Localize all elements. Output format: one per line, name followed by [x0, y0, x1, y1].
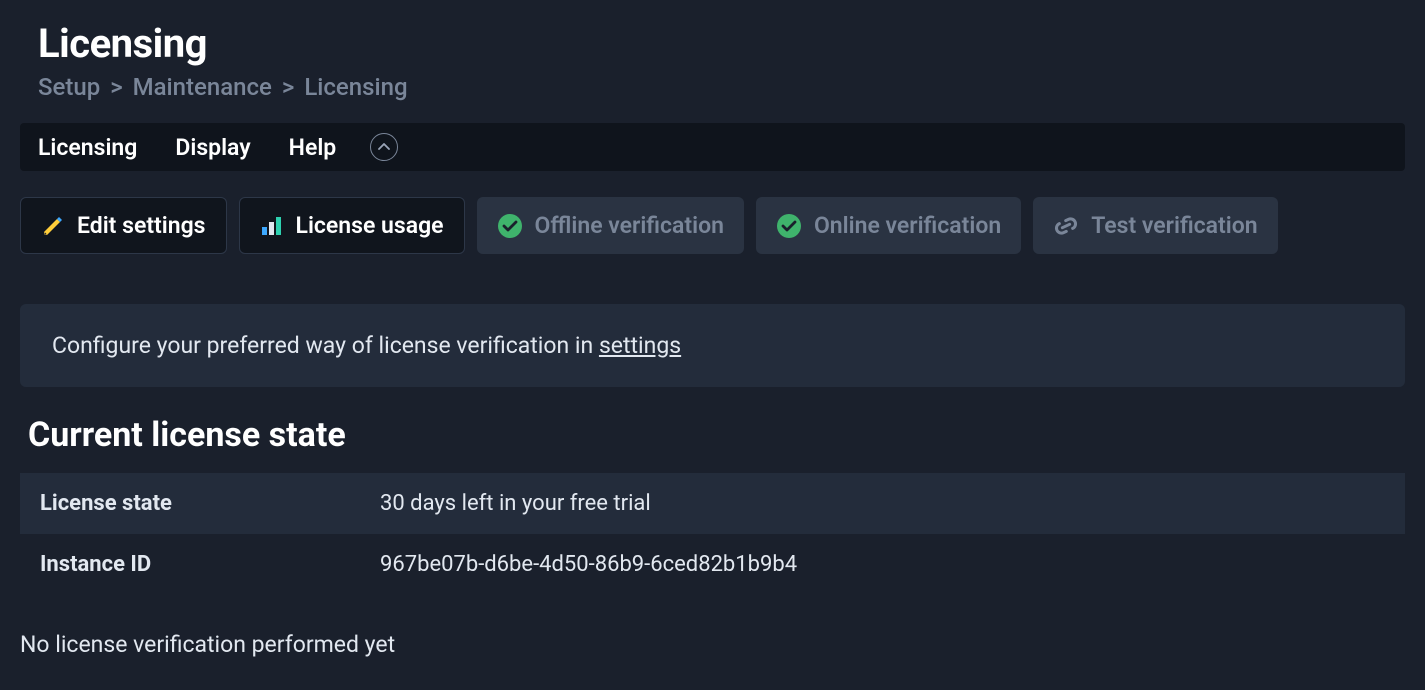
license-usage-button[interactable]: License usage — [239, 197, 465, 254]
breadcrumb-licensing[interactable]: Licensing — [304, 73, 407, 101]
table-row: License state 30 days left in your free … — [20, 473, 1405, 534]
online-verification-label: Online verification — [814, 212, 1001, 239]
link-icon — [1053, 215, 1079, 237]
menu-help[interactable]: Help — [289, 134, 337, 161]
offline-verification-button[interactable]: Offline verification — [477, 197, 744, 254]
bar-chart-icon — [260, 214, 284, 238]
breadcrumb-setup[interactable]: Setup — [38, 73, 100, 101]
settings-link[interactable]: settings — [599, 332, 681, 359]
verification-status: No license verification performed yet — [20, 631, 1405, 658]
menubar: Licensing Display Help — [20, 123, 1405, 171]
pencil-icon — [41, 214, 65, 238]
check-circle-icon — [776, 213, 802, 239]
section-title: Current license state — [20, 415, 1405, 455]
license-state-value: 30 days left in your free trial — [380, 491, 651, 516]
edit-settings-label: Edit settings — [77, 212, 206, 239]
check-circle-icon — [497, 213, 523, 239]
online-verification-button[interactable]: Online verification — [756, 197, 1021, 254]
info-banner-text: Configure your preferred way of license … — [52, 332, 599, 359]
info-banner: Configure your preferred way of license … — [20, 304, 1405, 387]
test-verification-label: Test verification — [1091, 212, 1257, 239]
instance-id-value: 967be07b-d6be-4d50-86b9-6ced82b1b9b4 — [380, 552, 797, 577]
page-title: Licensing — [20, 20, 1405, 67]
table-row: Instance ID 967be07b-d6be-4d50-86b9-6ced… — [20, 534, 1405, 595]
breadcrumb-sep-1: > — [110, 73, 122, 101]
license-usage-label: License usage — [296, 212, 444, 239]
edit-settings-button[interactable]: Edit settings — [20, 197, 227, 254]
offline-verification-label: Offline verification — [535, 212, 724, 239]
menu-display[interactable]: Display — [175, 134, 250, 161]
chevron-up-icon — [378, 143, 390, 151]
instance-id-label: Instance ID — [40, 552, 380, 577]
collapse-toggle[interactable] — [370, 133, 398, 161]
test-verification-button[interactable]: Test verification — [1033, 197, 1277, 254]
breadcrumb-sep-2: > — [282, 73, 294, 101]
license-state-label: License state — [40, 491, 380, 516]
menu-licensing[interactable]: Licensing — [38, 134, 137, 161]
breadcrumb: Setup > Maintenance > Licensing — [20, 73, 1405, 101]
license-state-table: License state 30 days left in your free … — [20, 473, 1405, 595]
toolbar: Edit settings License usage Offline veri… — [20, 197, 1405, 254]
breadcrumb-maintenance[interactable]: Maintenance — [133, 73, 272, 101]
